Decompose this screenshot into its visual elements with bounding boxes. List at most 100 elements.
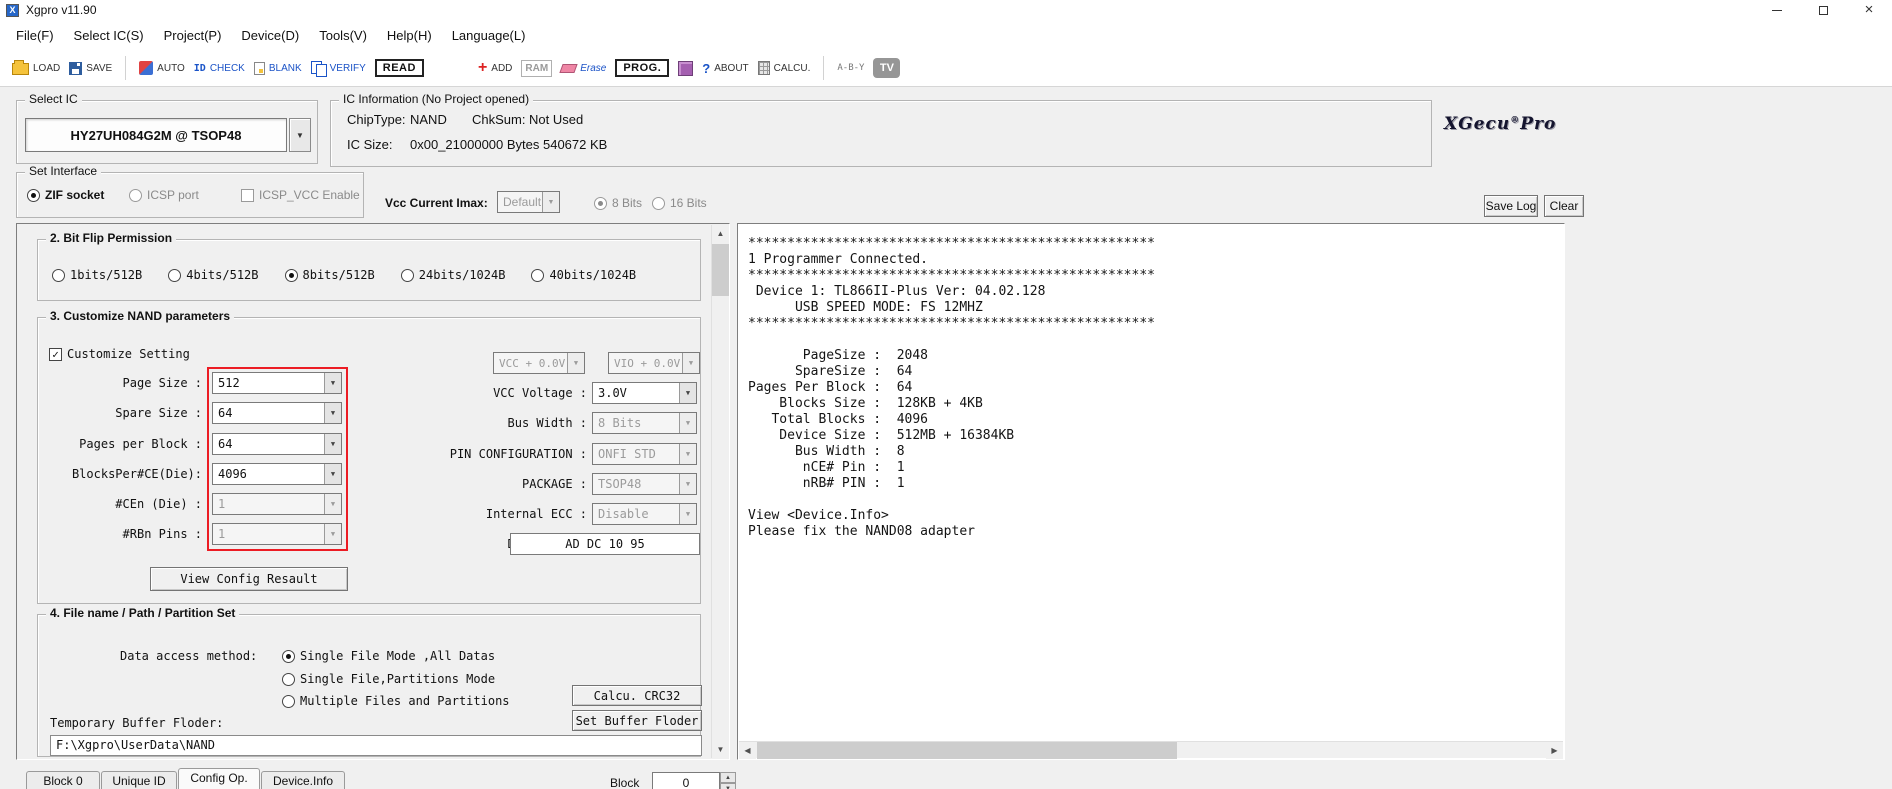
menu-device[interactable]: Device(D) (231, 24, 309, 47)
package-combo[interactable]: TSOP48 (592, 473, 697, 495)
bus-width-combo[interactable]: 8 Bits (592, 412, 697, 434)
log-line: Total Blocks : 4096 (748, 412, 929, 427)
blank-check-button[interactable]: BLANK (253, 61, 302, 75)
minimize-button[interactable] (1754, 0, 1800, 20)
single-file-partitions-radio[interactable]: Single File,Partitions Mode (282, 672, 495, 686)
log-line: nRB# PIN : 1 (748, 476, 905, 491)
option-label: Single File,Partitions Mode (300, 672, 496, 686)
block-spinner-value[interactable]: 0 (652, 772, 720, 789)
log-line: Please fix the NAND08 adapter (748, 524, 975, 539)
menu-file[interactable]: File(F) (6, 24, 64, 47)
verify-button[interactable]: VERIFY (310, 61, 366, 77)
load-button[interactable]: LOAD (12, 60, 61, 75)
save-log-label: Save Log (1485, 199, 1537, 213)
radio-icon (282, 649, 295, 663)
zif-socket-radio[interactable]: ZIF socket (27, 188, 104, 202)
menu-language[interactable]: Language(L) (442, 24, 536, 47)
spinner-up-button[interactable] (720, 772, 736, 783)
add-file-button[interactable]: ADD (478, 61, 512, 75)
close-button[interactable] (1846, 0, 1892, 20)
about-button[interactable]: ABOUT (702, 61, 748, 76)
bitflip-24bits-radio[interactable]: 24bits/1024B (400, 268, 505, 282)
zif-socket-label: ZIF socket (45, 188, 105, 202)
check-id-button[interactable]: CHECK (194, 63, 245, 74)
log-horizontal-scrollbar[interactable] (739, 741, 1563, 759)
temp-buffer-folder-label: Temporary Buffer Floder: (50, 716, 224, 730)
tab-block0[interactable]: Block 0 (26, 771, 100, 789)
spare-size-label: Spare Size : (115, 406, 202, 420)
menu-tools[interactable]: Tools(V) (309, 24, 377, 47)
bitflip-40bits-radio[interactable]: 40bits/1024B (531, 268, 636, 282)
chevron-down-icon (567, 353, 584, 373)
menu-select-ic[interactable]: Select IC(S) (64, 24, 154, 47)
bus-width-label: Bus Width : (507, 416, 587, 430)
tv-mode-button[interactable]: TV (873, 58, 901, 78)
ic-dropdown-button[interactable]: ▼ (289, 118, 311, 152)
save-button[interactable]: SAVE (69, 61, 112, 75)
config-vertical-scrollbar[interactable] (711, 225, 729, 758)
vio-offset-combo[interactable]: VIO + 0.0V (608, 352, 700, 374)
bits16-radio[interactable]: 16 Bits (652, 196, 707, 210)
temp-buffer-path-value: F:\Xgpro\UserData\NAND (56, 738, 215, 752)
ram-button[interactable]: RAM (521, 59, 553, 77)
about-label: ABOUT (714, 62, 749, 74)
clear-label: Clear (1549, 199, 1579, 213)
tab-config-op[interactable]: Config Op. (178, 768, 260, 789)
chip-tool-button[interactable] (678, 60, 694, 76)
read-button[interactable]: READ (374, 59, 424, 77)
customize-setting-checkbox[interactable]: Customize Setting (49, 347, 190, 361)
icsp-vcc-checkbox[interactable]: ICSP_VCC Enable (241, 188, 360, 202)
scroll-up-button[interactable] (712, 225, 729, 242)
menu-project[interactable]: Project(P) (154, 24, 232, 47)
spinner-down-button[interactable] (720, 783, 736, 789)
bits8-radio[interactable]: 8 Bits (594, 196, 642, 210)
radio-icon (284, 268, 298, 282)
scroll-down-button[interactable] (712, 741, 729, 758)
internal-ecc-combo[interactable]: Disable (592, 503, 697, 525)
erase-button[interactable]: Erase (559, 63, 606, 74)
config-scroll-panel: 2. Bit Flip Permission 1bits/512B 4bits/… (16, 223, 730, 760)
vcc-offset-combo[interactable]: VCC + 0.0V (493, 352, 585, 374)
log-line: Device Size : 512MB + 16384KB (748, 428, 1015, 443)
xgpro-window: Xgpro v11.90 File(F) Select IC(S) Projec… (0, 0, 1892, 789)
maximize-button[interactable] (1800, 0, 1846, 20)
calc-crc32-button[interactable]: Calcu. CRC32 (572, 685, 702, 706)
load-label: LOAD (33, 62, 61, 74)
menu-help[interactable]: Help(H) (377, 24, 442, 47)
vcc-voltage-combo[interactable]: 3.0V (592, 382, 697, 404)
bitflip-1bits-radio[interactable]: 1bits/512B (52, 268, 142, 282)
ic-size-label: IC Size: (347, 137, 393, 152)
scroll-left-button[interactable] (739, 742, 756, 759)
log-line: nCE# Pin : 1 (748, 460, 905, 475)
view-config-result-button[interactable]: View Config Resault (150, 567, 348, 591)
single-file-all-radio[interactable]: Single File Mode ,All Datas (282, 649, 495, 663)
toolbar-separator (125, 56, 127, 80)
multiple-files-radio[interactable]: Multiple Files and Partitions (282, 694, 510, 708)
clear-log-button[interactable]: Clear (1544, 195, 1584, 217)
pin-config-combo[interactable]: ONFI STD (592, 443, 697, 465)
tab-device-info[interactable]: Device.Info (261, 771, 345, 789)
scrollbar-thumb[interactable] (712, 244, 729, 296)
selected-ic-box[interactable]: HY27UH084G2M @ TSOP48 (25, 118, 287, 152)
scrollbar-thumb[interactable] (757, 742, 1177, 759)
set-buffer-folder-button[interactable]: Set Buffer Floder (572, 710, 702, 731)
bitflip-4bits-radio[interactable]: 4bits/512B (168, 268, 259, 282)
program-button[interactable]: PROG. (615, 59, 670, 77)
device-id-field[interactable]: AD DC 10 95 (510, 533, 700, 555)
radio-icon (652, 196, 665, 210)
vcc-current-combo[interactable]: Default (497, 191, 560, 213)
calculator-button[interactable]: CALCU. (757, 61, 810, 75)
log-panel: ****************************************… (737, 223, 1565, 760)
save-log-button[interactable]: Save Log (1484, 195, 1538, 217)
temp-buffer-path-field[interactable]: F:\Xgpro\UserData\NAND (50, 735, 702, 756)
logic-compare-button[interactable]: A-B-Y (837, 63, 864, 73)
auto-button[interactable]: AUTO (139, 61, 185, 75)
block-spinner[interactable]: 0 (652, 772, 736, 789)
radio-icon (594, 196, 607, 210)
icsp-port-radio[interactable]: ICSP port (129, 188, 199, 202)
scroll-right-button[interactable] (1546, 742, 1563, 759)
checkbox-icon (49, 347, 62, 361)
tab-unique-id[interactable]: Unique ID (101, 771, 177, 789)
bitflip-8bits-radio[interactable]: 8bits/512B (284, 268, 375, 282)
internal-ecc-value: Disable (598, 507, 649, 521)
